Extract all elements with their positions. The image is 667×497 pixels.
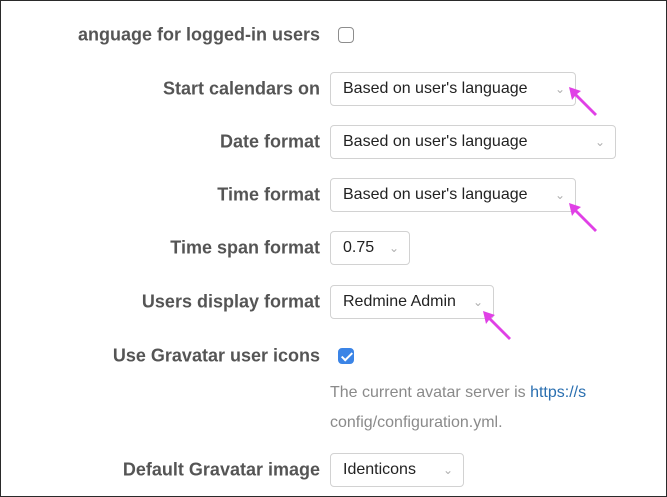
- mouse-pointer-icon: [483, 311, 511, 340]
- row-time-span-format: Time span format 0.75 ⌄: [1, 231, 666, 265]
- date-format-label: Date format: [219, 131, 320, 152]
- chevron-down-icon: ⌄: [442, 463, 453, 477]
- time-format-value: Based on user's language: [343, 186, 528, 203]
- chevron-down-icon: ⌄: [554, 188, 565, 202]
- language-logged-in-label: anguage for logged-in users: [77, 24, 320, 45]
- time-span-format-label: Time span format: [170, 237, 320, 258]
- default-gravatar-value: Identicons: [343, 461, 416, 478]
- row-date-format: Date format Based on user's language ⌄: [1, 125, 666, 159]
- mouse-pointer-icon: [569, 87, 597, 116]
- language-logged-in-checkbox[interactable]: [338, 27, 354, 43]
- gravatar-info-prefix: The current avatar server is: [330, 384, 531, 401]
- start-calendars-value: Based on user's language: [343, 80, 528, 97]
- row-language-logged-in: anguage for logged-in users: [1, 18, 666, 52]
- time-span-format-value: 0.75: [343, 239, 375, 256]
- time-span-format-select[interactable]: 0.75 ⌄: [330, 231, 410, 265]
- date-format-select[interactable]: Based on user's language ⌄: [330, 125, 616, 159]
- start-calendars-select[interactable]: Based on user's language ⌄: [330, 72, 576, 106]
- users-display-format-select[interactable]: Redmine Admin ⌄: [330, 285, 494, 319]
- time-format-label: Time format: [217, 184, 320, 205]
- chevron-down-icon: ⌄: [388, 241, 399, 255]
- default-gravatar-label: Default Gravatar image: [122, 459, 320, 480]
- gravatar-info-line1: The current avatar server is https://s: [330, 384, 586, 402]
- row-default-gravatar: Default Gravatar image Identicons ⌄: [1, 453, 666, 487]
- start-calendars-label: Start calendars on: [162, 78, 320, 99]
- chevron-down-icon: ⌄: [594, 135, 605, 149]
- users-display-format-label: Users display format: [141, 291, 320, 312]
- mouse-pointer-icon: [569, 203, 597, 232]
- settings-panel: anguage for logged-in users Start calend…: [0, 0, 667, 497]
- use-gravatar-label: Use Gravatar user icons: [112, 345, 320, 366]
- date-format-value: Based on user's language: [343, 133, 528, 150]
- default-gravatar-select[interactable]: Identicons ⌄: [330, 453, 464, 487]
- gravatar-server-link[interactable]: https://s: [530, 384, 586, 401]
- users-display-format-value: Redmine Admin: [343, 293, 456, 310]
- time-format-select[interactable]: Based on user's language ⌄: [330, 178, 576, 212]
- row-use-gravatar: Use Gravatar user icons: [1, 339, 666, 373]
- row-users-display-format: Users display format Redmine Admin ⌄: [1, 285, 666, 319]
- chevron-down-icon: ⌄: [472, 295, 483, 309]
- gravatar-info-line2: config/configuration.yml.: [330, 414, 503, 431]
- use-gravatar-checkbox[interactable]: [338, 348, 354, 364]
- chevron-down-icon: ⌄: [554, 82, 565, 96]
